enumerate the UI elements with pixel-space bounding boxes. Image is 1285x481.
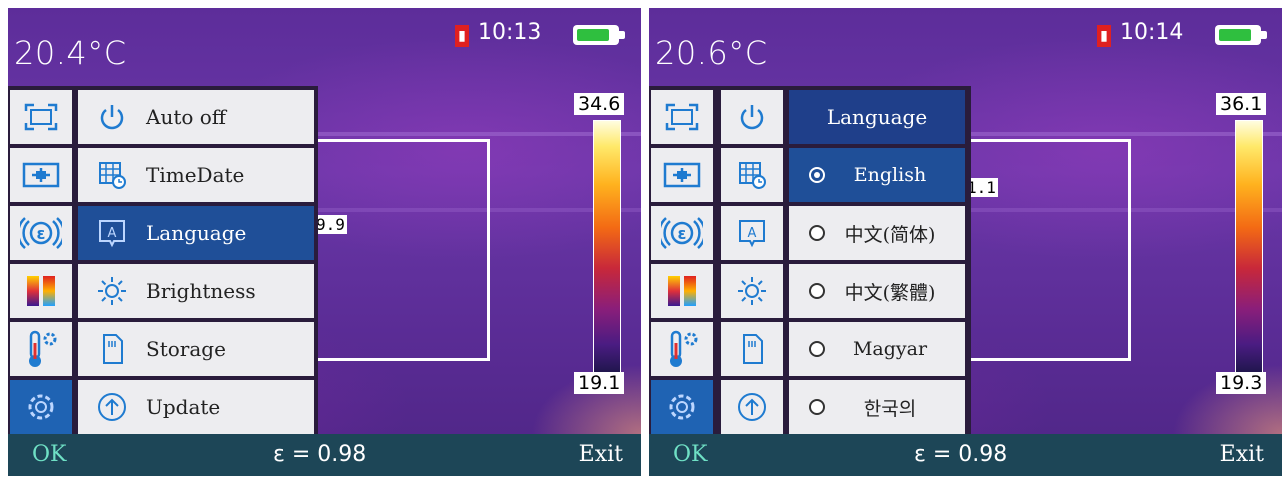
storage-card-icon[interactable] [721,322,783,376]
language-icon: A [78,218,146,248]
language-label: 中文(繁體) [844,281,936,304]
update-arrow-icon [78,391,146,423]
language-label: English [853,164,927,186]
emissivity-value: ε = 0.98 [273,442,367,467]
brightness-icon[interactable] [721,264,783,318]
bottom-bar: OK ε = 0.98 Exit [8,434,641,476]
emissivity-icon[interactable]: ε [651,206,713,260]
language-label: Magyar [852,338,928,360]
power-icon[interactable] [721,90,783,144]
color-scale-bar [1235,120,1263,376]
settings-gear-icon[interactable] [651,380,713,434]
language-header: Language [789,90,965,144]
language-label: 한국의 [863,397,917,420]
center-spot-icon[interactable] [10,148,72,202]
settings-menu: ε A Language English 中文(简体) 中文(繁體) Magya… [649,86,971,434]
emissivity-icon[interactable]: ε [10,206,72,260]
radio-icon [809,283,825,299]
recording-icon: ▮ [455,25,469,47]
update-arrow-icon[interactable] [721,380,783,434]
scale-max-label: 34.6 [574,93,625,115]
calendar-clock-icon[interactable] [721,148,783,202]
radio-icon [809,341,825,357]
clock: 10:13 [478,20,542,45]
calendar-clock-icon [78,160,146,190]
svg-text:A: A [108,226,117,241]
palette-icon[interactable] [651,264,713,318]
measurement-box [312,139,490,361]
brightness-icon [78,275,146,307]
language-option-chinese-traditional[interactable]: 中文(繁體) [789,264,965,318]
measurement-box [949,139,1131,361]
menu-item-label: Auto off [146,105,227,129]
menu-item-timedate[interactable]: TimeDate [78,148,314,202]
menu-item-storage[interactable]: Storage [78,322,314,376]
battery-icon [573,25,625,45]
emissivity-value: ε = 0.98 [914,442,1008,467]
language-option-magyar[interactable]: Magyar [789,322,965,376]
thermal-screen-left: 20.4°C ▮ 10:13 9.9 34.6 19.1 ε Auto off … [8,8,641,476]
menu-item-language[interactable]: A Language [78,206,314,260]
color-scale-bar [593,120,621,376]
settings-menu: ε Auto off TimeDate A Language Brightnes… [8,86,318,434]
exit-button[interactable]: Exit [579,442,623,467]
exit-button[interactable]: Exit [1220,442,1264,467]
measure-area-icon[interactable] [651,90,713,144]
recording-icon: ▮ [1097,25,1111,47]
language-option-korean[interactable]: 한국의 [789,380,965,434]
center-temperature: 20.6°C [655,34,768,72]
ok-button[interactable]: OK [32,442,66,467]
menu-item-brightness[interactable]: Brightness [78,264,314,318]
language-option-chinese-simplified[interactable]: 中文(简体) [789,206,965,260]
power-icon [78,102,146,132]
radio-selected-icon [809,167,825,183]
radio-icon [809,225,825,241]
spot-temperature: 9.9 [314,215,347,234]
svg-text:ε: ε [37,224,46,243]
radio-icon [809,399,825,415]
storage-card-icon [78,333,146,365]
bottom-bar: OK ε = 0.98 Exit [649,434,1282,476]
scale-min-label: 19.3 [1216,372,1267,394]
svg-text:A: A [748,226,757,241]
menu-item-label: Storage [146,337,226,361]
scale-max-label: 36.1 [1216,93,1267,115]
temperature-settings-icon[interactable] [10,322,72,376]
menu-item-label: Language [146,221,247,245]
settings-gear-icon[interactable] [10,380,72,434]
language-option-english[interactable]: English [789,148,965,202]
language-icon[interactable]: A [721,206,783,260]
menu-item-label: Brightness [146,279,256,303]
center-temperature: 20.4°C [14,34,127,72]
svg-text:ε: ε [678,224,687,243]
menu-item-label: Update [146,395,221,419]
menu-item-update[interactable]: Update [78,380,314,434]
menu-item-label: TimeDate [146,163,245,187]
center-spot-icon[interactable] [651,148,713,202]
measure-area-icon[interactable] [10,90,72,144]
clock: 10:14 [1120,20,1184,45]
battery-icon [1215,25,1267,45]
palette-icon[interactable] [10,264,72,318]
language-label: 中文(简体) [844,223,936,246]
menu-item-auto-off[interactable]: Auto off [78,90,314,144]
thermal-screen-right: 20.6°C ▮ 10:14 1.1 36.1 19.3 ε A Languag… [649,8,1282,476]
ok-button[interactable]: OK [673,442,707,467]
temperature-settings-icon[interactable] [651,322,713,376]
scale-min-label: 19.1 [574,372,625,394]
